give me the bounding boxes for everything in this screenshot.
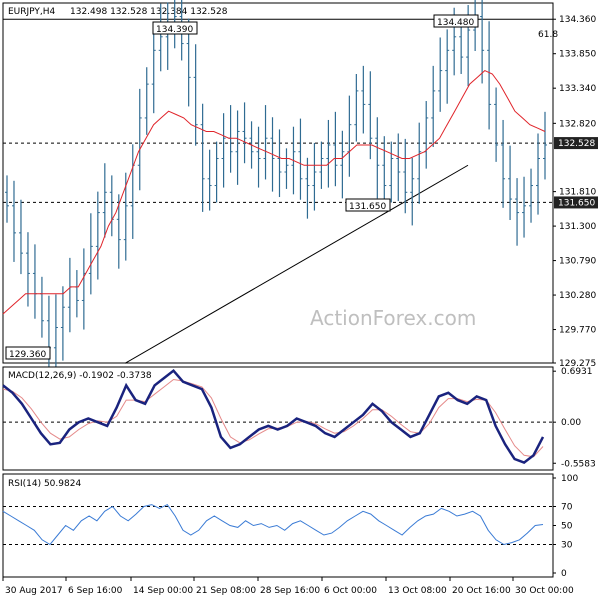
price-axis-tick-label: 133.850 — [559, 50, 596, 60]
x-axis-tick-label: 30 Aug 2017 — [5, 586, 63, 596]
price-annotation: 134.480 — [433, 14, 479, 28]
x-axis-tick-label: 14 Sep 00:00 — [133, 586, 193, 596]
chart-canvas: ActionForex.com EURJPY,H4 132.498 132.52… — [2, 0, 598, 596]
price-annotation-label: 129.360 — [9, 350, 46, 360]
price-axis-tick-label: 130.790 — [559, 257, 596, 267]
price-axis-tick-label: 131.810 — [559, 188, 596, 198]
rsi-panel: RSI(14) 50.9824 100 70 50 30 0 — [2, 473, 578, 579]
price-annotation: 131.650 — [345, 198, 391, 212]
macd-axis-tick-label: 0.6931 — [561, 367, 593, 377]
price-panel-title: EURJPY,H4 — [8, 7, 56, 17]
macd-axis-tick-label: -0.5583 — [561, 459, 596, 469]
rsi-axis-tick-label: 30 — [561, 541, 573, 551]
price-annotation: 129.360 — [5, 346, 51, 360]
price-axis-tick-label: 131.650 — [558, 198, 595, 208]
rsi-axis-tick-label: 50 — [561, 522, 573, 532]
price-axis-tick-label: 132.528 — [558, 139, 595, 149]
x-axis: 30 Aug 2017 6 Sep 16:00 14 Sep 00:00 21 Sep… — [2, 577, 574, 596]
chart-root: ActionForex.com EURJPY,H4 132.498 132.52… — [0, 0, 600, 600]
rsi-axis-tick-label: 100 — [561, 474, 578, 484]
price-axis-tick-label: 134.360 — [559, 15, 596, 25]
price-axis-tick-label: 130.280 — [559, 291, 596, 301]
price-annotation-label: 134.390 — [156, 25, 193, 35]
macd-axis-tick-label: 0.00 — [561, 418, 581, 428]
price-panel: ActionForex.com EURJPY,H4 132.498 132.52… — [2, 0, 598, 377]
x-axis-tick-label: 6 Oct 00:00 — [324, 586, 377, 596]
x-axis-tick-label: 20 Oct 16:00 — [452, 586, 511, 596]
macd-panel: MACD(12,26,9) -0.1902 -0.3738 0.6931 0.00… — [2, 366, 596, 471]
x-axis-tick-label: 30 Oct 00:00 — [515, 586, 574, 596]
ohlc-header: 132.498 132.528 132.384 132.528 — [70, 7, 228, 17]
x-axis-tick-label: 13 Oct 08:00 — [388, 586, 447, 596]
price-annotation: 134.390 — [152, 21, 198, 35]
rsi-panel-title: RSI(14) 50.9824 — [8, 479, 81, 489]
macd-panel-title: MACD(12,26,9) -0.1902 -0.3738 — [8, 371, 152, 381]
price-axis-tick-label: 129.770 — [559, 326, 596, 336]
watermark: ActionForex.com — [310, 306, 476, 330]
x-axis-tick-label: 28 Sep 16:00 — [260, 586, 320, 596]
rsi-panel-frame — [2, 473, 554, 578]
rsi-axis-tick-label: 0 — [561, 569, 567, 579]
x-axis-tick-label: 21 Sep 08:00 — [196, 586, 256, 596]
rsi-axis-tick-label: 70 — [561, 503, 573, 513]
price-axis-tick-label: 132.820 — [559, 119, 596, 129]
price-annotation-label: 131.650 — [349, 202, 386, 212]
price-axis-tick-label: 133.340 — [559, 84, 596, 94]
price-annotation-label: 134.480 — [437, 18, 474, 28]
price-axis-tick-label: 131.300 — [559, 222, 596, 232]
fib-label-61-8: 61.8 — [538, 30, 558, 40]
x-axis-tick-label: 6 Sep 16:00 — [68, 586, 123, 596]
